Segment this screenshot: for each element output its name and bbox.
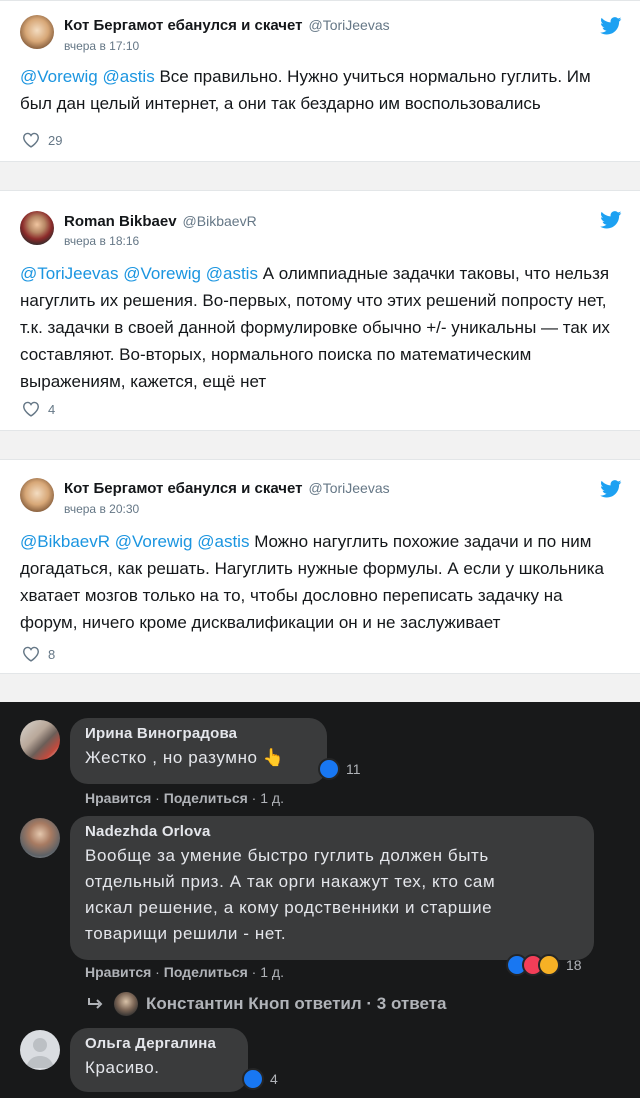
tweet-text: @Vorewig @astis Все правильно. Нужно учи…	[20, 63, 620, 117]
replier-avatar	[114, 992, 138, 1016]
reply-count: 3 ответа	[376, 994, 447, 1013]
facebook-comments-panel: Ирина Виноградова Жестко , но разумно 👆 …	[0, 702, 640, 1098]
reaction-count[interactable]: 18	[506, 954, 582, 976]
commenter-name[interactable]: Ирина Виноградова	[85, 725, 313, 742]
tweet-timestamp[interactable]: вчера в 18:16	[64, 234, 139, 248]
heart-icon	[22, 646, 40, 662]
author-avatar[interactable]	[20, 211, 54, 245]
commenter-avatar[interactable]	[20, 1030, 60, 1070]
comment-text: Красиво.	[85, 1058, 160, 1077]
share-action[interactable]: Поделиться	[164, 790, 248, 806]
tweet-card: Roman Bikbaev @BikbaevR вчера в 18:16 @To…	[0, 190, 640, 431]
heart-icon	[22, 132, 40, 148]
like-reaction-icon	[318, 758, 340, 780]
like-count: 4	[48, 401, 56, 417]
tweet-text: @ToriJeevas @Vorewig @astis А олимпиадны…	[20, 260, 620, 395]
tweet-body: А олимпиадные задачки таковы, что нельзя…	[20, 264, 610, 391]
comment-actions: Нравится · Поделиться · 1 д.	[85, 790, 284, 806]
commenter-avatar[interactable]	[20, 818, 60, 858]
tweet-card: Кот Бергамот ебанулся и скачет @ToriJeeva…	[0, 0, 640, 162]
like-action[interactable]: Нравится	[85, 790, 151, 806]
tweet-text: @BikbaevR @Vorewig @astis Можно нагуглит…	[20, 528, 620, 636]
heart-icon	[22, 401, 40, 417]
tweet-timestamp[interactable]: вчера в 20:30	[64, 502, 139, 516]
twitter-bird-icon[interactable]	[600, 211, 622, 229]
mention-link[interactable]: @Vorewig	[20, 67, 98, 86]
like-reaction-icon	[242, 1068, 264, 1090]
comment-bubble: Nadezhda Orlova Вообще за умение быстро …	[70, 816, 594, 960]
haha-reaction-icon	[538, 954, 560, 976]
comment-text: Жестко , но разумно 👆	[85, 748, 285, 767]
view-replies-link[interactable]: Константин Кноп ответил · 3 ответа	[86, 992, 446, 1016]
commenter-avatar[interactable]	[20, 720, 60, 760]
like-count: 8	[48, 646, 56, 662]
like-button[interactable]: 4	[22, 401, 55, 417]
like-count: 29	[48, 132, 63, 148]
like-action[interactable]: Нравится	[85, 964, 151, 980]
author-handle[interactable]: @ToriJeevas	[309, 480, 390, 496]
mention-link[interactable]: @Vorewig	[123, 264, 201, 283]
mention-link[interactable]: @astis	[206, 264, 258, 283]
author-handle[interactable]: @BikbaevR	[183, 213, 257, 229]
default-avatar-icon	[26, 1038, 54, 1068]
twitter-bird-icon[interactable]	[600, 480, 622, 498]
comment-age[interactable]: 1 д.	[260, 790, 284, 806]
mention-link[interactable]: @BikbaevR	[20, 532, 110, 551]
author-avatar[interactable]	[20, 15, 54, 49]
author-handle[interactable]: @ToriJeevas	[309, 17, 390, 33]
author-name[interactable]: Roman Bikbaev	[64, 213, 177, 230]
like-button[interactable]: 8	[22, 646, 55, 662]
replier-name: Константин Кноп	[146, 994, 290, 1013]
author-avatar[interactable]	[20, 478, 54, 512]
reaction-count[interactable]: 11	[318, 758, 361, 780]
author-name[interactable]: Кот Бергамот ебанулся и скачет	[64, 480, 303, 497]
tweet-card: Кот Бергамот ебанулся и скачет @ToriJeeva…	[0, 459, 640, 674]
comment-bubble: Ирина Виноградова Жестко , но разумно 👆	[70, 718, 327, 784]
like-button[interactable]: 29	[22, 132, 62, 148]
twitter-bird-icon[interactable]	[600, 17, 622, 35]
author-name[interactable]: Кот Бергамот ебанулся и скачет	[64, 17, 303, 34]
comment-text: Вообще за умение быстро гуглить должен б…	[85, 846, 496, 943]
mention-link[interactable]: @Vorewig	[115, 532, 193, 551]
commenter-name[interactable]: Nadezhda Orlova	[85, 823, 580, 840]
comment-actions: Нравится · Поделиться · 1 д.	[85, 964, 284, 980]
share-action[interactable]: Поделиться	[164, 964, 248, 980]
reaction-count[interactable]: 4	[242, 1068, 278, 1090]
commenter-name[interactable]: Ольга Дергалина	[85, 1035, 234, 1052]
tweet-timestamp[interactable]: вчера в 17:10	[64, 39, 139, 53]
reply-action-text: ответил	[294, 994, 362, 1013]
mention-link[interactable]: @astis	[102, 67, 154, 86]
mention-link[interactable]: @astis	[197, 532, 249, 551]
comment-age[interactable]: 1 д.	[260, 964, 284, 980]
reply-arrow-icon	[88, 998, 103, 1009]
mention-link[interactable]: @ToriJeevas	[20, 264, 119, 283]
comment-bubble: Ольга Дергалина Красиво.	[70, 1028, 248, 1092]
